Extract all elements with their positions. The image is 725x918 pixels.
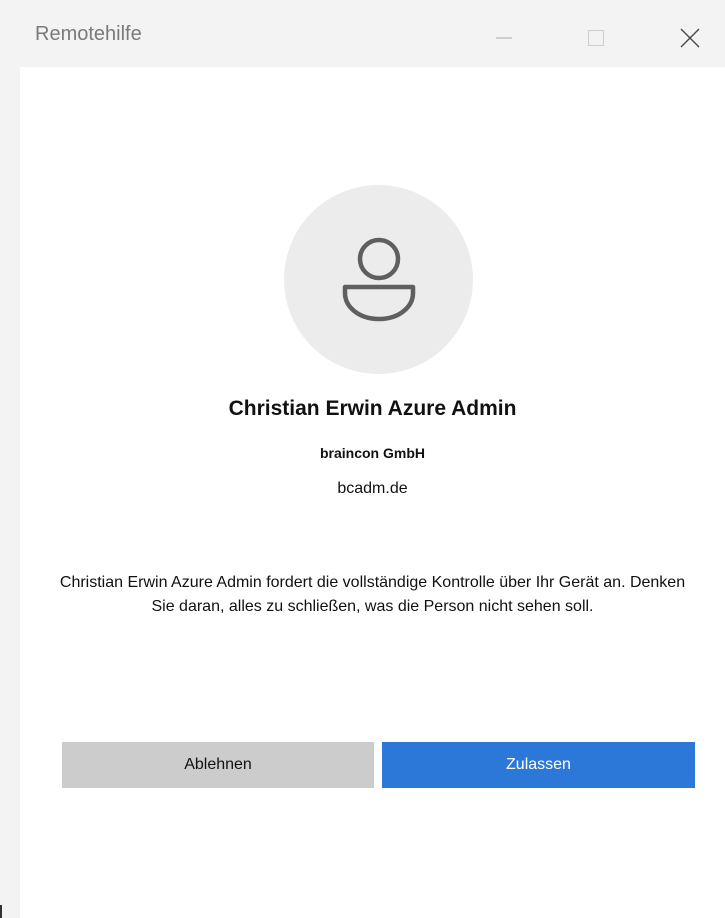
- avatar: [284, 185, 473, 374]
- close-button[interactable]: [667, 15, 713, 61]
- decline-button[interactable]: Ablehnen: [62, 742, 374, 788]
- minimize-icon: [496, 37, 512, 39]
- maximize-icon: [587, 29, 605, 47]
- requester-organization: braincon GmbH: [319, 445, 425, 461]
- close-icon: [680, 28, 700, 48]
- maximize-button[interactable]: [573, 15, 619, 61]
- window-title: Remotehilfe: [35, 23, 142, 45]
- requester-name: Christian Erwin Azure Admin: [228, 397, 517, 420]
- allow-button[interactable]: Zulassen: [382, 742, 695, 788]
- requester-domain: bcadm.de: [337, 480, 408, 497]
- title-bar[interactable]: Remotehilfe: [20, 5, 725, 67]
- request-message: Christian Erwin Azure Admin fordert die …: [59, 574, 686, 615]
- remote-help-window: Remotehilfe Christian Erwin Azure Admin …: [20, 5, 725, 918]
- window-edge: [0, 905, 2, 918]
- person-icon: [342, 237, 415, 321]
- minimize-button[interactable]: [481, 15, 527, 61]
